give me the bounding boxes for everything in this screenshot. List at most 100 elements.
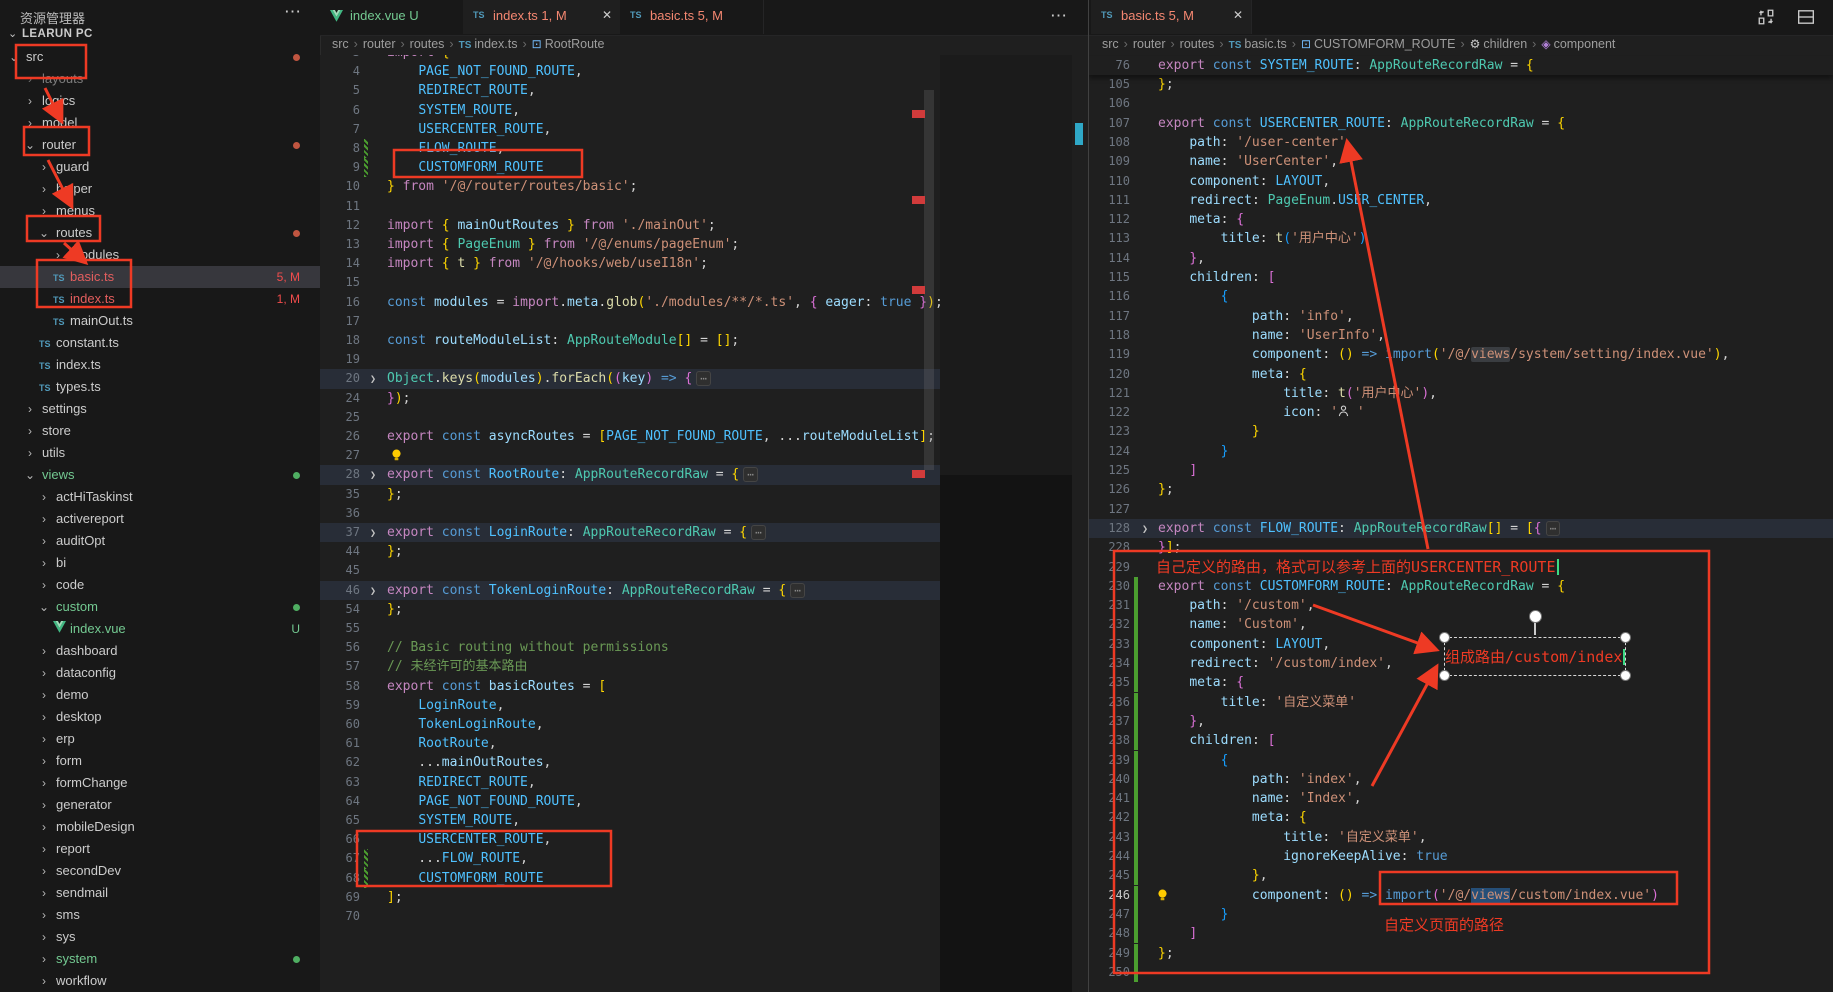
code-line-5[interactable]: 5 REDIRECT_ROUTE,: [320, 81, 940, 100]
breadcrumb-item-router[interactable]: router: [363, 37, 396, 51]
code-line-19[interactable]: 19: [320, 350, 940, 369]
selection-handle[interactable]: [1439, 632, 1450, 643]
code-line-20[interactable]: 20❯Object.keys(modules).forEach((key) =>…: [320, 369, 940, 388]
code-line-244[interactable]: 244 ignoreKeepAlive: true: [1088, 847, 1833, 866]
code-line-46[interactable]: 46❯export const TokenLoginRoute: AppRout…: [320, 581, 940, 600]
code-line-6[interactable]: 6 SYSTEM_ROUTE,: [320, 101, 940, 120]
code-line-36[interactable]: 36: [320, 504, 940, 523]
code-line-239[interactable]: 239 {: [1088, 751, 1833, 770]
code-line-228[interactable]: 228}];: [1088, 538, 1833, 557]
code-line-113[interactable]: 113 title: t('用户中心'): [1088, 229, 1833, 248]
fold-chevron-icon[interactable]: ❯: [370, 466, 376, 485]
tree-item-secondDev[interactable]: ›secondDev: [0, 860, 320, 882]
code-line-105[interactable]: 105};: [1088, 75, 1833, 94]
breadcrumb-item-routes[interactable]: routes: [1180, 37, 1215, 51]
selection-handle[interactable]: [1439, 670, 1450, 681]
code-line-110[interactable]: 110 component: LAYOUT,: [1088, 172, 1833, 191]
tree-item-dashboard[interactable]: ›dashboard: [0, 640, 320, 662]
code-line-16[interactable]: 16const modules = import.meta.glob('./mo…: [320, 293, 940, 312]
tree-item-activereport[interactable]: ›activereport: [0, 508, 320, 530]
code-line-7[interactable]: 7 USERCENTER_ROUTE,: [320, 120, 940, 139]
tree-item-types-ts[interactable]: TStypes.ts: [0, 376, 320, 398]
close-icon[interactable]: ✕: [1233, 8, 1243, 22]
code-line-125[interactable]: 125 ]: [1088, 461, 1833, 480]
code-line-114[interactable]: 114 },: [1088, 249, 1833, 268]
breadcrumb-item-src[interactable]: src: [1102, 37, 1119, 51]
tree-item-mobileDesign[interactable]: ›mobileDesign: [0, 816, 320, 838]
code-line-60[interactable]: 60 TokenLoginRoute,: [320, 715, 940, 734]
code-line-65[interactable]: 65 SYSTEM_ROUTE,: [320, 811, 940, 830]
code-line-246[interactable]: 246 component: () => import('/@/views/cu…: [1088, 886, 1833, 905]
code-line-235[interactable]: 235 meta: {: [1088, 673, 1833, 692]
tree-item-formChange[interactable]: ›formChange: [0, 772, 320, 794]
code-line-243[interactable]: 243 title: '自定义菜单',: [1088, 828, 1833, 847]
code-line-28[interactable]: 28❯export const RootRoute: AppRouteRecor…: [320, 465, 940, 484]
code-line-64[interactable]: 64 PAGE_NOT_FOUND_ROUTE,: [320, 792, 940, 811]
code-line-56[interactable]: 56// Basic routing without permissions: [320, 638, 940, 657]
code-line-27[interactable]: 27: [320, 446, 940, 465]
code-line-8[interactable]: 8 FLOW_ROUTE,: [320, 139, 940, 158]
code-line-106[interactable]: 106: [1088, 94, 1833, 113]
code-line-37[interactable]: 37❯export const LoginRoute: AppRouteReco…: [320, 523, 940, 542]
code-line-109[interactable]: 109 name: 'UserCenter',: [1088, 152, 1833, 171]
tree-item-utils[interactable]: ›utils: [0, 442, 320, 464]
breadcrumb-item-CUSTOMFORM_ROUTE[interactable]: ⊡CUSTOMFORM_ROUTE: [1301, 37, 1456, 51]
tab-index-vue[interactable]: index.vue U: [320, 0, 464, 34]
breadcrumb-item-RootRoute[interactable]: ⊡RootRoute: [532, 37, 605, 51]
tree-item-system[interactable]: ›system: [0, 948, 320, 970]
minimap-slider[interactable]: [940, 55, 1072, 475]
tree-item-desktop[interactable]: ›desktop: [0, 706, 320, 728]
fold-chevron-icon[interactable]: ❯: [1142, 520, 1148, 539]
code-line-54[interactable]: 54};: [320, 600, 940, 619]
code-line-249[interactable]: 249};: [1088, 944, 1833, 963]
code-line-117[interactable]: 117 path: 'info',: [1088, 307, 1833, 326]
code-line-70[interactable]: 70: [320, 907, 940, 926]
folded-region-badge[interactable]: ⋯: [743, 467, 758, 482]
code-line-128[interactable]: 128❯export const FLOW_ROUTE: AppRouteRec…: [1088, 519, 1833, 538]
code-line-59[interactable]: 59 LoginRoute,: [320, 696, 940, 715]
code-line-111[interactable]: 111 redirect: PageEnum.USER_CENTER,: [1088, 191, 1833, 210]
tree-item-actHiTaskinst[interactable]: ›actHiTaskinst: [0, 486, 320, 508]
code-line-250[interactable]: 250: [1088, 963, 1833, 982]
breadcrumb-item-basic-ts[interactable]: TSbasic.ts: [1229, 37, 1287, 51]
editor-group2-breadcrumb[interactable]: src›router›routes›TSbasic.ts›⊡CUSTOMFORM…: [1102, 37, 1615, 57]
code-line-245[interactable]: 245 },: [1088, 866, 1833, 885]
code-line-126[interactable]: 126};: [1088, 480, 1833, 499]
tree-item-model[interactable]: ›model: [0, 112, 320, 134]
code-line-17[interactable]: 17: [320, 312, 940, 331]
code-line-62[interactable]: 62 ...mainOutRoutes,: [320, 753, 940, 772]
tree-item-custom[interactable]: ⌄custom: [0, 596, 320, 618]
tree-item-demo[interactable]: ›demo: [0, 684, 320, 706]
tab-basic-ts[interactable]: TSbasic.ts 5, M: [620, 0, 764, 34]
tree-item-sms[interactable]: ›sms: [0, 904, 320, 926]
code-line-26[interactable]: 26export const asyncRoutes = [PAGE_NOT_F…: [320, 427, 940, 446]
code-line-107[interactable]: 107export const USERCENTER_ROUTE: AppRou…: [1088, 114, 1833, 133]
code-line-10[interactable]: 10} from '/@/router/routes/basic';: [320, 177, 940, 196]
code-line-240[interactable]: 240 path: 'index',: [1088, 770, 1833, 789]
code-line-63[interactable]: 63 REDIRECT_ROUTE,: [320, 773, 940, 792]
tree-item-mainOut-ts[interactable]: TSmainOut.ts: [0, 310, 320, 332]
tree-item-report[interactable]: ›report: [0, 838, 320, 860]
breadcrumb-item-routes[interactable]: routes: [410, 37, 445, 51]
tree-item-router[interactable]: ⌄router: [0, 134, 320, 156]
scrollbar[interactable]: [924, 90, 934, 470]
code-line-18[interactable]: 18const routeModuleList: AppRouteModule[…: [320, 331, 940, 350]
folded-region-badge[interactable]: ⋯: [696, 371, 711, 386]
code-line-237[interactable]: 237 },: [1088, 712, 1833, 731]
code-line-127[interactable]: 127: [1088, 500, 1833, 519]
tree-item-constant-ts[interactable]: TSconstant.ts: [0, 332, 320, 354]
breadcrumb-item-component[interactable]: ◈component: [1541, 37, 1615, 51]
fold-chevron-icon[interactable]: ❯: [370, 582, 376, 601]
tree-item-routes[interactable]: ⌄routes: [0, 222, 320, 244]
code-line-45[interactable]: 45: [320, 561, 940, 580]
tree-item-bi[interactable]: ›bi: [0, 552, 320, 574]
code-line-61[interactable]: 61 RootRoute,: [320, 734, 940, 753]
tree-item-erp[interactable]: ›erp: [0, 728, 320, 750]
tree-item-basic-ts[interactable]: TSbasic.ts5, M: [0, 266, 320, 288]
code-line-116[interactable]: 116 {: [1088, 287, 1833, 306]
code-line-108[interactable]: 108 path: '/user-center',: [1088, 133, 1833, 152]
tree-item-index-ts[interactable]: TSindex.ts1, M: [0, 288, 320, 310]
split-editor-icon[interactable]: [1757, 8, 1775, 26]
tree-item-store[interactable]: ›store: [0, 420, 320, 442]
lightbulb-icon[interactable]: [1156, 888, 1169, 908]
